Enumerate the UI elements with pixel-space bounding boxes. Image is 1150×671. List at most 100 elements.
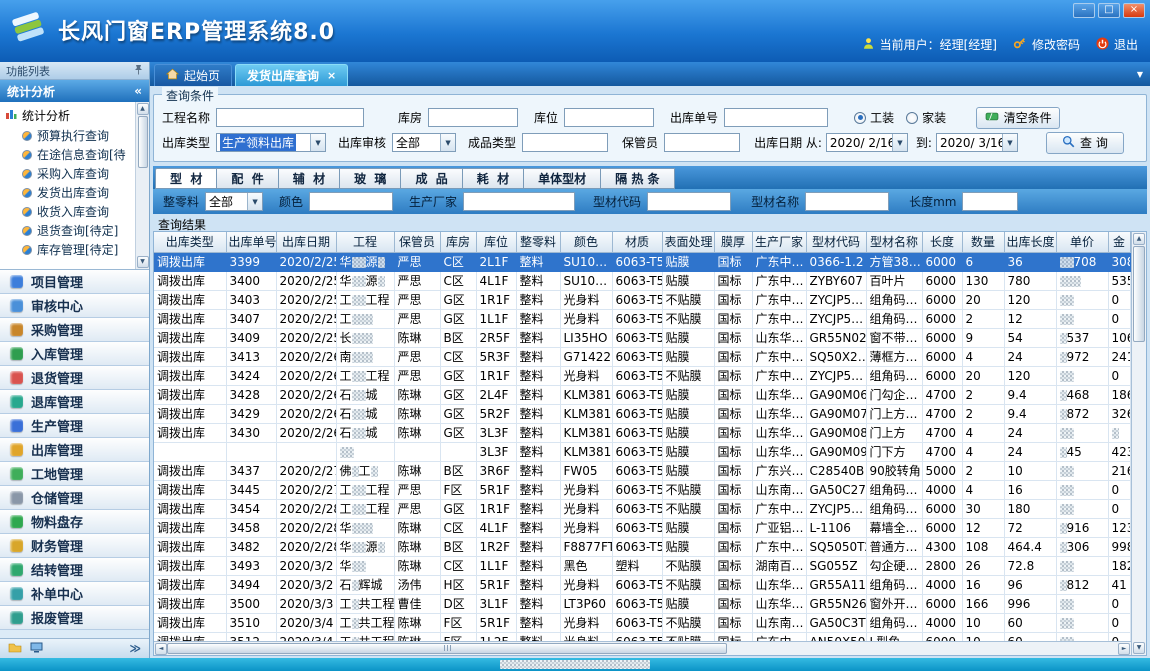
cell[interactable]: 勾企硬… bbox=[866, 556, 922, 575]
cell[interactable]: 2020/2/25 bbox=[276, 328, 336, 347]
table-row[interactable]: 调拨出库34942020/3/2石辉城汤伟H区5R1F整料光身料6063-T5不… bbox=[154, 575, 1130, 594]
scroll-down-icon[interactable]: ▼ bbox=[1133, 642, 1145, 654]
cell[interactable]: 6000 bbox=[922, 252, 962, 271]
cell[interactable]: 10 bbox=[962, 613, 1004, 632]
cell[interactable]: 组角码… bbox=[866, 480, 922, 499]
cell[interactable]: G71422 bbox=[560, 347, 612, 366]
cell[interactable]: 6063-T5 bbox=[612, 537, 662, 556]
cell[interactable]: 整料 bbox=[516, 385, 560, 404]
cell[interactable]: 调拨出库 bbox=[154, 556, 226, 575]
cell[interactable]: FW05 bbox=[560, 461, 612, 480]
cell[interactable]: 调拨出库 bbox=[154, 271, 226, 290]
cell[interactable]: 6000 bbox=[922, 632, 962, 641]
column-header[interactable]: 颜色 bbox=[560, 232, 612, 252]
cell[interactable]: 872 bbox=[1056, 404, 1108, 423]
cell[interactable]: 3458 bbox=[226, 518, 276, 537]
tree-scroll-thumb[interactable] bbox=[138, 116, 148, 168]
cell[interactable]: 组角码… bbox=[866, 366, 922, 385]
cell[interactable]: 2020/2/26 bbox=[276, 423, 336, 442]
sidebar-item[interactable]: 退货管理 bbox=[0, 366, 149, 390]
cell[interactable]: 4 bbox=[962, 480, 1004, 499]
cell[interactable]: 3399 bbox=[226, 252, 276, 271]
cell[interactable]: 调拨出库 bbox=[154, 461, 226, 480]
cell[interactable]: 2L4F bbox=[476, 385, 516, 404]
cell[interactable]: 组角码… bbox=[866, 499, 922, 518]
cell[interactable]: 0 bbox=[1108, 632, 1130, 641]
cell[interactable]: 陈琳 bbox=[394, 385, 440, 404]
cell[interactable]: G区 bbox=[440, 404, 476, 423]
cell[interactable]: 华 bbox=[336, 556, 394, 575]
cell[interactable] bbox=[1056, 461, 1108, 480]
cell[interactable]: 国标 bbox=[714, 423, 752, 442]
cell[interactable]: 光身料 bbox=[560, 366, 612, 385]
length-input[interactable] bbox=[962, 192, 1018, 211]
cell[interactable]: 6063-T5 bbox=[612, 271, 662, 290]
cell[interactable]: 工共工程 bbox=[336, 632, 394, 641]
cell[interactable]: 3482 bbox=[226, 537, 276, 556]
cell[interactable]: L型角… bbox=[866, 632, 922, 641]
cell[interactable]: 严思 bbox=[394, 309, 440, 328]
scroll-right-icon[interactable]: ► bbox=[1118, 643, 1130, 655]
cell[interactable]: 464.4 bbox=[1004, 537, 1056, 556]
cell[interactable]: 整料 bbox=[516, 404, 560, 423]
column-header[interactable]: 单价 bbox=[1056, 232, 1108, 252]
cell[interactable]: 华 bbox=[336, 518, 394, 537]
sidebar-item[interactable]: 入库管理 bbox=[0, 342, 149, 366]
cell[interactable]: ZYCJP5… bbox=[806, 499, 866, 518]
cell[interactable]: GA90M06… bbox=[806, 385, 866, 404]
material-tab[interactable]: 隔 热 条 bbox=[601, 168, 674, 189]
cell[interactable]: 468 bbox=[1056, 385, 1108, 404]
tree-item[interactable]: 收货入库查询 bbox=[5, 202, 135, 221]
cell[interactable]: 石城 bbox=[336, 385, 394, 404]
column-header[interactable]: 出库单号 bbox=[226, 232, 276, 252]
material-tab[interactable]: 配 件 bbox=[217, 168, 278, 189]
cell[interactable]: 90胶转角 bbox=[866, 461, 922, 480]
cell[interactable]: 贴膜 bbox=[662, 537, 714, 556]
cell[interactable]: 调拨出库 bbox=[154, 613, 226, 632]
cell[interactable]: 国标 bbox=[714, 461, 752, 480]
cell[interactable]: 整料 bbox=[516, 309, 560, 328]
cell[interactable]: 120 bbox=[1004, 290, 1056, 309]
material-tab[interactable]: 单体型材 bbox=[524, 168, 601, 189]
cell[interactable]: 6063-T5 bbox=[612, 404, 662, 423]
cell[interactable]: 陈琳 bbox=[394, 613, 440, 632]
cell[interactable] bbox=[394, 442, 440, 461]
cell[interactable]: 国标 bbox=[714, 404, 752, 423]
material-tab[interactable]: 耗 材 bbox=[463, 168, 524, 189]
cell[interactable]: C区 bbox=[440, 252, 476, 271]
cell[interactable]: C区 bbox=[440, 518, 476, 537]
cell[interactable]: 4L1F bbox=[476, 518, 516, 537]
cell[interactable]: 国标 bbox=[714, 385, 752, 404]
cell[interactable]: 调拨出库 bbox=[154, 423, 226, 442]
cell[interactable]: 陈琳 bbox=[394, 328, 440, 347]
cell[interactable]: 不贴膜 bbox=[662, 290, 714, 309]
cell[interactable] bbox=[1108, 423, 1130, 442]
cell[interactable]: 2020/2/28 bbox=[276, 499, 336, 518]
keeper-input[interactable] bbox=[664, 133, 740, 152]
cell[interactable]: 2020/3/3 bbox=[276, 594, 336, 613]
cell[interactable]: 6063-T5 bbox=[612, 290, 662, 309]
cell[interactable]: 12 bbox=[962, 518, 1004, 537]
cell[interactable]: 60 bbox=[1004, 613, 1056, 632]
table-row[interactable]: 调拨出库34372020/2/27佛工陈琳B区3R6F整料FW056063-T5… bbox=[154, 461, 1130, 480]
cell[interactable]: 石城 bbox=[336, 404, 394, 423]
cell[interactable]: 180 bbox=[1004, 499, 1056, 518]
cell[interactable]: LI35HO bbox=[560, 328, 612, 347]
cell[interactable]: 不贴膜 bbox=[662, 309, 714, 328]
cell[interactable]: 工工程 bbox=[336, 480, 394, 499]
cell[interactable]: 3510 bbox=[226, 613, 276, 632]
cell[interactable]: 山东华… bbox=[752, 328, 806, 347]
cell[interactable]: 整料 bbox=[516, 575, 560, 594]
cell[interactable]: 2020/2/28 bbox=[276, 537, 336, 556]
cell[interactable]: 96 bbox=[1004, 575, 1056, 594]
cell[interactable]: 3407 bbox=[226, 309, 276, 328]
cell[interactable]: C28540B bbox=[806, 461, 866, 480]
cell[interactable]: 广东兴… bbox=[752, 461, 806, 480]
material-tab[interactable]: 型 材 bbox=[155, 168, 217, 189]
warehouse-input[interactable] bbox=[428, 108, 518, 127]
cell[interactable]: 组角码… bbox=[866, 309, 922, 328]
cell[interactable]: 6000 bbox=[922, 347, 962, 366]
cell[interactable]: 薄框方… bbox=[866, 347, 922, 366]
cell[interactable] bbox=[1056, 423, 1108, 442]
material-tab[interactable]: 辅 材 bbox=[279, 168, 340, 189]
